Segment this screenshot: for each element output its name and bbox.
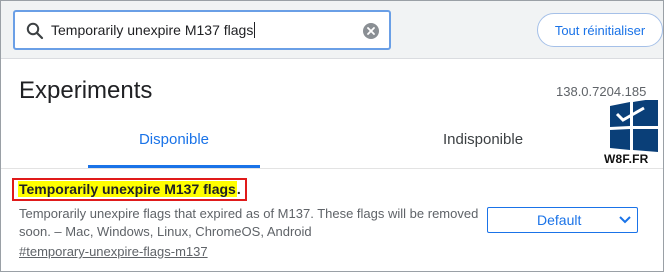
- search-query: Temporarily unexpire M137 flags: [51, 22, 256, 38]
- flag-permalink[interactable]: #temporary-unexpire-flags-m137: [19, 244, 208, 259]
- tabs-divider: [1, 168, 663, 169]
- text-caret: [254, 22, 256, 38]
- header-bar: Temporarily unexpire M137 flags Tout réi…: [1, 1, 663, 59]
- flag-description: Temporarily unexpire flags that expired …: [19, 206, 479, 239]
- flag-title-period: .: [236, 181, 241, 197]
- flag-state-value: Default: [537, 212, 582, 228]
- tab-indisponible[interactable]: Indisponible: [410, 131, 556, 148]
- version-label: 138.0.7204.185: [556, 84, 647, 99]
- search-input[interactable]: Temporarily unexpire M137 flags: [13, 10, 391, 50]
- chevron-down-icon: [619, 216, 631, 224]
- page-title: Experiments: [19, 77, 153, 104]
- reset-all-button[interactable]: Tout réinitialiser: [537, 13, 663, 47]
- flag-title-annotation: Temporarily unexpire M137 flags.: [12, 178, 247, 201]
- watermark-text: W8F.FR: [604, 152, 649, 166]
- flag-title: Temporarily unexpire M137 flags: [18, 181, 237, 197]
- flag-state-select[interactable]: Default: [487, 207, 638, 233]
- tab-disponible[interactable]: Disponible: [96, 131, 252, 148]
- clear-icon[interactable]: [362, 22, 380, 40]
- search-icon: [26, 22, 44, 40]
